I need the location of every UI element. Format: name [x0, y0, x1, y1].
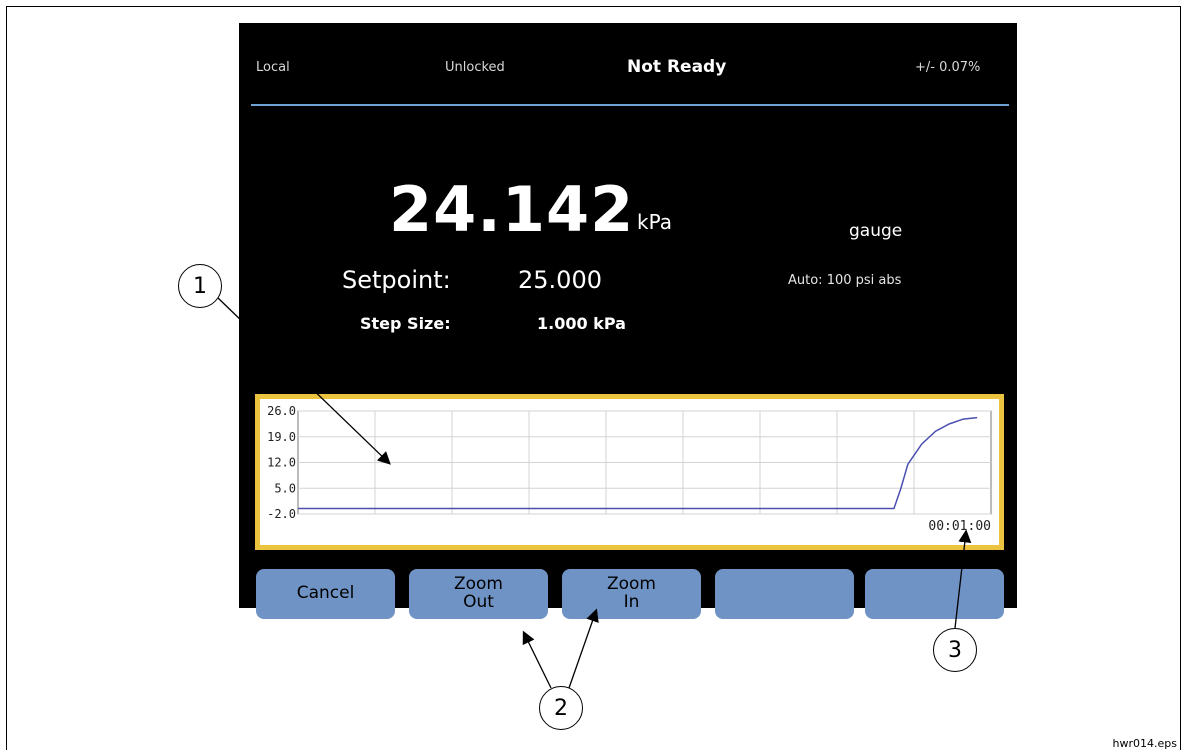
- button-label: In: [623, 592, 640, 612]
- device-screen: Local Unlocked Not Ready +/- 0.07% 24.14…: [239, 23, 1017, 619]
- y-tick-label: 5.0: [274, 481, 296, 495]
- callout-2: 2: [539, 686, 583, 730]
- y-tick-label: 26.0: [267, 404, 296, 418]
- mode-status: Local: [256, 60, 290, 75]
- ready-status: Not Ready: [627, 57, 727, 77]
- pressure-chart[interactable]: 26.0 19.0 12.0 5.0 -2.0 00:01:00: [255, 394, 1004, 550]
- zoom-out-button[interactable]: Zoom Out: [409, 569, 548, 619]
- step-size-label: Step Size:: [360, 314, 451, 333]
- y-tick-label: -2.0: [267, 507, 296, 521]
- auto-range[interactable]: Auto: 100 psi abs: [788, 273, 901, 288]
- softkey-bar: Cancel Zoom Out Zoom In: [256, 569, 1005, 619]
- status-divider: [251, 104, 1009, 106]
- pressure-reading: 24.142: [389, 173, 635, 246]
- button-label: Cancel: [296, 583, 355, 604]
- softkey-4-button[interactable]: [715, 569, 854, 619]
- callout-1: 1: [178, 264, 222, 308]
- softkey-5-button[interactable]: [865, 569, 1004, 619]
- callout-3: 3: [933, 628, 977, 672]
- cancel-button[interactable]: Cancel: [256, 569, 395, 619]
- reference-mode[interactable]: gauge: [849, 221, 902, 241]
- button-label: Out: [463, 592, 494, 612]
- x-end-label: 00:01:00: [928, 519, 991, 534]
- y-tick-label: 12.0: [267, 456, 296, 470]
- zoom-in-button[interactable]: Zoom In: [562, 569, 701, 619]
- lock-status: Unlocked: [445, 60, 505, 75]
- chart-plot: 26.0 19.0 12.0 5.0 -2.0 00:01:00: [267, 404, 992, 534]
- setpoint-value[interactable]: 25.000: [518, 266, 602, 294]
- setpoint-label: Setpoint:: [342, 266, 451, 294]
- accuracy-status: +/- 0.07%: [915, 60, 981, 75]
- figure-caption: hwr014.eps: [1112, 737, 1177, 750]
- pressure-unit[interactable]: kPa: [637, 210, 672, 234]
- y-tick-label: 19.0: [267, 430, 296, 444]
- step-size-value[interactable]: 1.000 kPa: [537, 314, 626, 333]
